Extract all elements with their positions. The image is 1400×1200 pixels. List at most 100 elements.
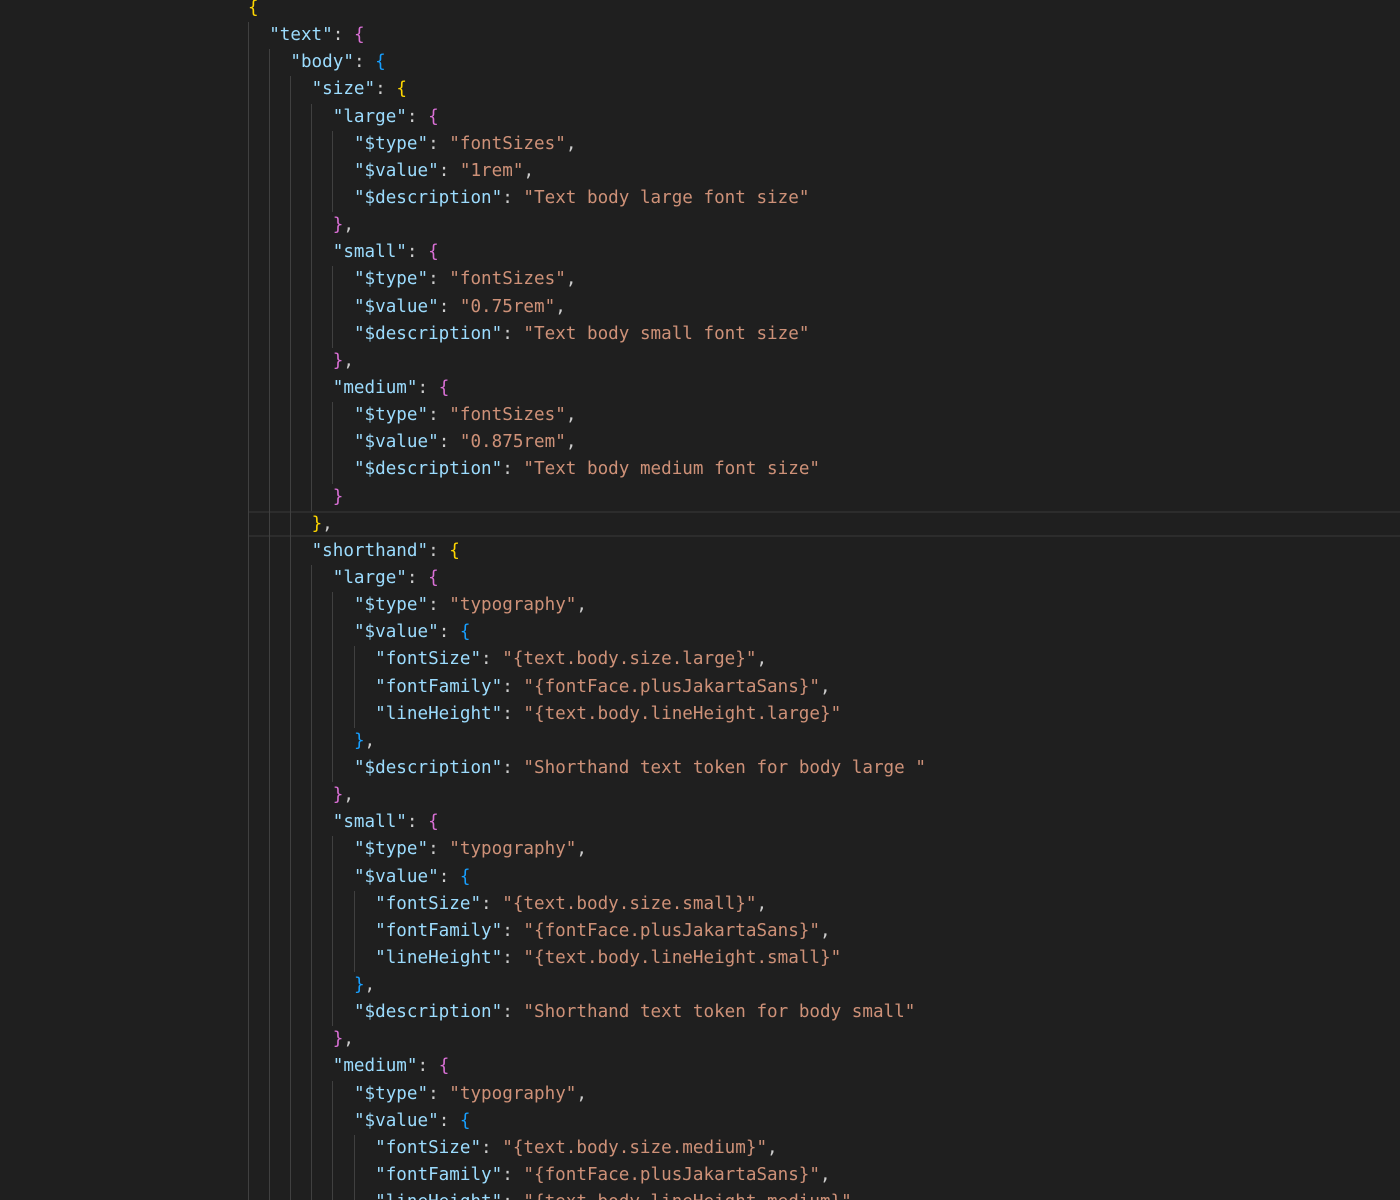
json-key: "$type"	[353, 595, 429, 616]
code-line[interactable]: "$description": "Text body small font si…	[248, 320, 926, 348]
json-punctuation: ,	[756, 649, 768, 670]
code-line[interactable]: "$type": "fontSizes",	[248, 266, 926, 294]
code-line[interactable]: "medium": {	[248, 1053, 926, 1081]
indent-guide	[248, 917, 249, 945]
bracket: {	[459, 1110, 471, 1131]
code-line[interactable]: "shorthand": {	[248, 537, 926, 565]
code-line[interactable]: "$description": "Text body large font si…	[248, 184, 926, 213]
indent-guide	[269, 727, 271, 755]
bracket: {	[375, 52, 386, 73]
code-line[interactable]: "$value": "0.75rem",	[248, 293, 926, 321]
indent-guide	[248, 727, 249, 755]
code-line[interactable]: "$description": "Shorthand text token fo…	[248, 999, 926, 1027]
indent-guide	[311, 1053, 313, 1081]
code-line[interactable]: }	[248, 483, 926, 511]
code-line[interactable]: },	[248, 972, 926, 1000]
code-line[interactable]: "$value": {	[248, 619, 926, 647]
code-line[interactable]: "small": {	[248, 239, 926, 267]
json-punctuation: ,	[565, 269, 577, 290]
code-line[interactable]: "lineHeight": "{text.body.lineHeight.lar…	[248, 700, 926, 728]
code-line[interactable]: "medium": {	[248, 374, 926, 403]
indentation	[248, 324, 354, 344]
code-line[interactable]: "lineHeight": "{text.body.lineHeight.sma…	[248, 944, 926, 973]
code-line[interactable]: "$value": "1rem",	[248, 157, 926, 185]
code-line[interactable]: "large": {	[248, 564, 926, 593]
indent-guide	[290, 510, 292, 538]
code-line[interactable]: "$type": "typography",	[248, 1080, 926, 1108]
indent-guide	[290, 184, 292, 213]
indent-guide	[332, 999, 334, 1027]
indent-guide	[248, 592, 249, 620]
bracket: {	[353, 25, 365, 46]
json-punctuation: :	[438, 622, 460, 643]
code-line[interactable]: "fontSize": "{text.body.size.large}",	[248, 646, 926, 674]
code-line[interactable]: "body": {	[248, 49, 926, 77]
indent-guide	[248, 673, 249, 701]
indent-guide	[332, 1107, 334, 1135]
code-line[interactable]: "small": {	[248, 809, 926, 837]
code-line[interactable]: },	[248, 347, 926, 375]
json-string: "{text.body.size.medium}"	[502, 1137, 768, 1158]
code-line[interactable]: "fontFamily": "{fontFace.plusJakartaSans…	[248, 673, 926, 701]
json-key: "$value"	[353, 296, 439, 317]
code-line[interactable]: "text": {	[248, 22, 926, 50]
json-punctuation: ,	[767, 1137, 778, 1158]
code-line[interactable]: "$value": {	[248, 1107, 926, 1135]
code-line[interactable]: },	[248, 1026, 926, 1054]
code-line[interactable]: "$description": "Text body medium font s…	[248, 456, 926, 484]
code-line[interactable]: },	[248, 727, 926, 755]
json-punctuation: ,	[364, 975, 376, 996]
json-punctuation: ,	[820, 1165, 831, 1186]
indent-guide	[290, 266, 292, 294]
code-line[interactable]: "$description": "Shorthand text token fo…	[248, 754, 926, 783]
indentation	[248, 1111, 354, 1131]
code-line[interactable]: "fontSize": "{text.body.size.small}",	[248, 890, 926, 918]
indent-guide	[248, 76, 249, 104]
code-line[interactable]: "$value": "0.875rem",	[248, 429, 926, 457]
indent-guide	[269, 917, 271, 945]
indent-guide	[332, 592, 334, 620]
code-line[interactable]: {	[248, 0, 926, 22]
indent-guide	[353, 1189, 355, 1200]
json-punctuation: ,	[820, 920, 831, 941]
code-line[interactable]: },	[248, 782, 926, 810]
code-editor[interactable]: { "text": { "body": { "size": { "large":…	[0, 0, 1400, 1200]
indent-guide	[332, 673, 334, 701]
code-line[interactable]: "size": {	[248, 76, 926, 104]
code-line[interactable]: "lineHeight": "{text.body.lineHeight.med…	[248, 1189, 926, 1200]
indent-guide	[353, 646, 355, 674]
code-text-area[interactable]: { "text": { "body": { "size": { "large":…	[248, 0, 926, 1200]
json-key: "lineHeight"	[375, 703, 503, 724]
indent-guide	[248, 347, 249, 375]
code-line[interactable]: "$type": "fontSizes",	[248, 402, 926, 430]
code-line[interactable]: "fontFamily": "{fontFace.plusJakartaSans…	[248, 917, 926, 945]
json-punctuation: ,	[343, 785, 354, 806]
code-line[interactable]: "$type": "fontSizes",	[248, 130, 926, 158]
code-line[interactable]: "fontFamily": "{fontFace.plusJakartaSans…	[248, 1162, 926, 1190]
indent-guide	[290, 673, 292, 701]
code-line[interactable]: "fontSize": "{text.body.size.medium}",	[248, 1134, 926, 1163]
code-line[interactable]: },	[248, 212, 926, 240]
indent-guide	[311, 266, 313, 294]
code-line[interactable]: "large": {	[248, 103, 926, 131]
json-punctuation: :	[428, 405, 450, 426]
json-punctuation: :	[428, 839, 450, 860]
code-line[interactable]: "$value": {	[248, 863, 926, 891]
indent-guide	[248, 239, 249, 267]
indent-guide	[248, 483, 249, 511]
indent-guide	[290, 239, 292, 267]
bracket: {	[428, 242, 439, 263]
code-line[interactable]: "$type": "typography",	[248, 592, 926, 620]
indent-guide	[290, 103, 292, 131]
json-punctuation: :	[428, 269, 450, 290]
bracket: {	[396, 79, 407, 100]
json-punctuation: :	[438, 160, 460, 181]
json-key: "fontFamily"	[375, 920, 503, 941]
code-line[interactable]: },	[248, 510, 926, 538]
json-punctuation: ,	[820, 676, 831, 697]
indent-guide	[248, 890, 249, 918]
code-line[interactable]: "$type": "typography",	[248, 836, 926, 864]
json-punctuation: ,	[364, 730, 376, 751]
indent-guide	[311, 999, 313, 1027]
indent-guide	[248, 564, 249, 593]
